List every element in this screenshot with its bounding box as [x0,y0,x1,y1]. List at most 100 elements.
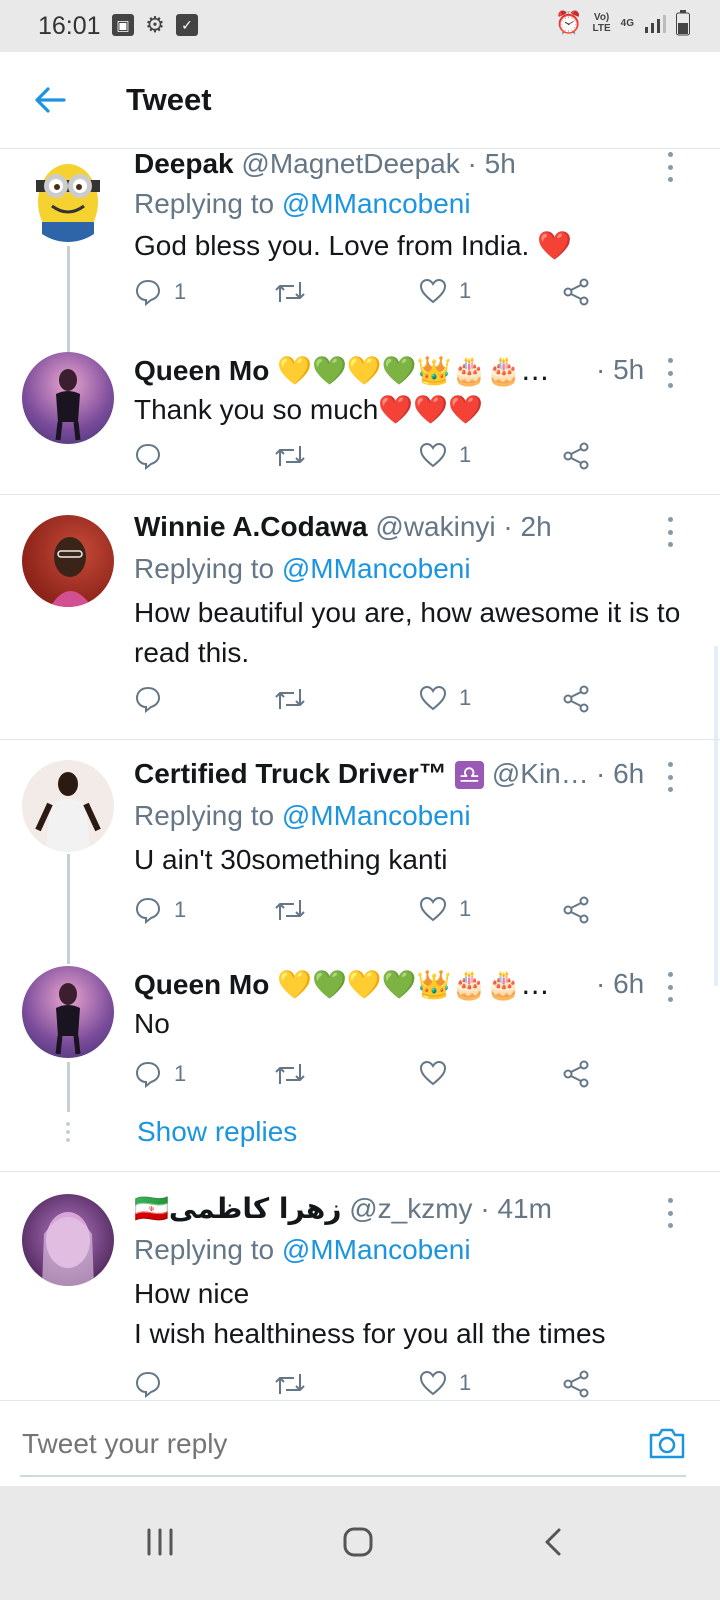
volte-label: Vo) [593,12,610,23]
avatar[interactable] [22,760,114,852]
mention-link[interactable]: @MMancobeni [282,553,471,584]
reply-button[interactable] [134,1370,174,1398]
tweet-actions: 1 [134,1370,614,1400]
share-button[interactable] [562,1370,590,1398]
author-handle[interactable]: @Kin… [492,758,589,789]
retweet-button[interactable] [274,1060,306,1088]
like-count: 1 [459,685,472,710]
tweet-winnie[interactable]: Winnie A.Codawa @wakinyi · 2h Replying t… [0,495,720,739]
share-button[interactable] [562,896,590,924]
name-emoji-badges: 💛💚💛💚👑🎂🎂… [277,354,550,387]
tweet-text-line: How nice [134,1278,250,1309]
status-time: 16:01 [38,12,101,40]
reply-button[interactable]: 1 [134,896,186,924]
more-options-icon[interactable] [660,358,680,388]
avatar[interactable] [22,515,114,607]
mention-link[interactable]: @MMancobeni [282,1234,471,1265]
network-type: 4G [620,17,634,29]
replying-to: Replying to @MMancobeni [134,1234,471,1265]
author-name[interactable]: Certified Truck Driver™ [134,758,447,789]
tweet-text: Thank you so much❤️❤️❤️ [134,394,483,425]
like-count: 1 [459,1370,472,1395]
tweet-text: How beautiful you are, how awesome it is… [134,597,681,668]
author-name[interactable]: Winnie A.Codawa [134,511,368,542]
like-icon [419,278,447,304]
tweet-deepak[interactable]: Deepak @MagnetDeepak · 5h Replying to @M… [0,148,720,354]
author-handle[interactable]: @wakinyi [375,511,495,542]
author-name[interactable]: Queen Mo [134,969,269,1000]
retweet-button[interactable] [274,896,306,924]
tweet-text: How nice I wish healthiness for you all … [134,1274,694,1354]
camera-icon[interactable] [648,1425,686,1461]
reply-count: 1 [174,897,187,922]
more-options-icon[interactable] [660,152,680,182]
share-button[interactable] [562,442,590,470]
tweet-text: God bless you. Love from India. ❤️ [134,230,572,261]
back-arrow-icon[interactable] [30,80,70,120]
like-icon [419,1370,447,1396]
like-button[interactable]: 1 [419,1370,471,1396]
share-icon [563,278,589,306]
retweet-button[interactable] [274,442,306,470]
retweet-button[interactable] [274,685,306,713]
show-replies-link[interactable]: Show replies [137,1116,297,1148]
tweet-certified-truck-driver[interactable]: Certified Truck Driver™ ♎ @Kin… · 6h Rep… [0,740,720,964]
replying-to: Replying to @MMancobeni [134,800,471,831]
replying-to: Replying to @MMancobeni [134,188,471,219]
like-button[interactable]: 1 [419,278,471,304]
tweet-reply-input[interactable] [20,1417,644,1471]
retweet-button[interactable] [274,1370,306,1398]
back-icon[interactable] [534,1522,574,1562]
retweet-icon [275,900,305,920]
more-options-icon[interactable] [660,517,680,547]
author-handle[interactable]: @z_kzmy [349,1193,472,1224]
share-button[interactable] [562,278,590,306]
tweet-queen-mo[interactable]: Queen Mo 💛💚💛💚👑🎂🎂… · 5h Thank you so much… [0,338,720,494]
like-icon [419,1060,447,1086]
avatar[interactable] [22,966,114,1058]
retweet-icon [275,282,305,302]
share-button[interactable] [562,1060,590,1088]
tweet-time: · 41m [480,1193,552,1224]
reply-button[interactable] [134,685,174,713]
avatar[interactable] [22,352,114,444]
reply-composer [0,1400,720,1487]
tweet-text: U ain't 30something kanti [134,844,448,875]
like-button[interactable]: 1 [419,896,471,922]
tweet-time: · 5h [596,354,645,385]
tweet-zahra[interactable]: 🇮🇷زهرا کاظمی @z_kzmy · 41m Replying to @… [0,1172,720,1400]
author-name[interactable]: Queen Mo [134,355,269,386]
tweet-time: · 6h [596,758,645,789]
like-icon [419,442,447,468]
lte-label: LTE [592,23,611,34]
like-button[interactable]: 1 [419,442,471,468]
tweet-queen-mo-no[interactable]: Queen Mo 💛💚💛💚👑🎂🎂… · 6h No 1 Show replies [0,950,720,1170]
author-name[interactable]: Deepak [134,148,234,179]
avatar[interactable] [22,150,114,242]
retweet-icon [275,1374,305,1394]
thread-line [67,1062,70,1112]
share-button[interactable] [562,685,590,713]
home-icon[interactable] [338,1522,378,1562]
retweet-button[interactable] [274,278,306,306]
reply-button[interactable]: 1 [134,1060,186,1088]
avatar[interactable] [22,1194,114,1286]
author-name[interactable]: زهرا کاظمی [169,1192,342,1225]
more-options-icon[interactable] [660,1198,680,1228]
tweet-actions: 1 [134,1060,614,1100]
mention-link[interactable]: @MMancobeni [282,188,471,219]
author-handle[interactable]: @MagnetDeepak [241,148,459,179]
tweet-text: No [134,1008,170,1039]
like-icon [419,685,447,711]
battery-icon [676,10,690,36]
like-button[interactable]: 1 [419,685,471,711]
more-options-icon[interactable] [660,762,680,792]
like-count: 1 [459,896,472,921]
like-button[interactable] [419,1060,459,1086]
more-options-icon[interactable] [660,972,680,1002]
name-emoji-badges: 💛💚💛💚👑🎂🎂… [277,968,550,1001]
reply-button[interactable]: 1 [134,278,186,306]
reply-button[interactable] [134,442,174,470]
recent-apps-icon[interactable] [140,1522,180,1562]
mention-link[interactable]: @MMancobeni [282,800,471,831]
